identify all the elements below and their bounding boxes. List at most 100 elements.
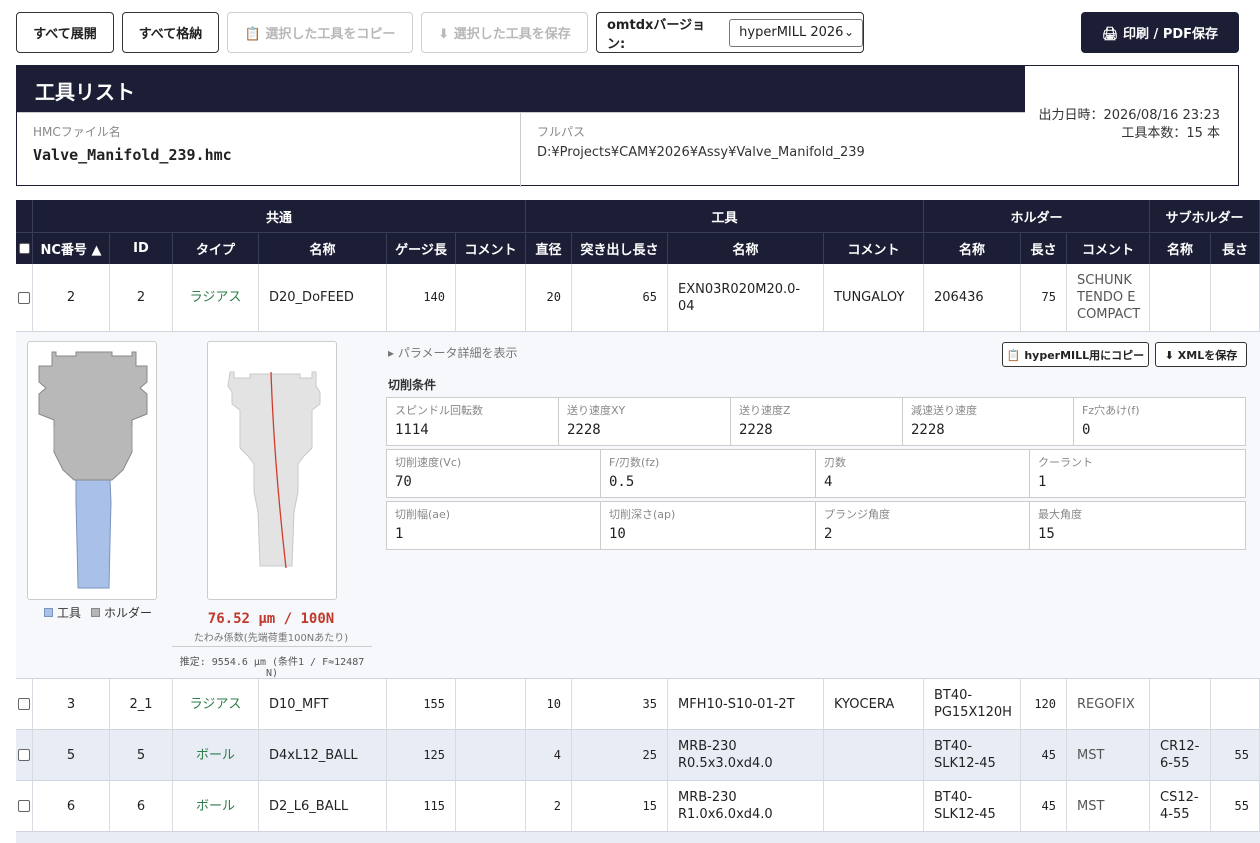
table-row[interactable] xyxy=(16,832,1260,843)
tool-type: ボール xyxy=(173,730,259,780)
file-name-label: HMCファイル名 xyxy=(33,125,121,139)
col-header-gauge[interactable]: ゲージ長 xyxy=(387,232,456,264)
col-header-holder-comment[interactable]: コメント xyxy=(1067,232,1150,264)
save-xml-button[interactable]: ⬇ XMLを保存 xyxy=(1155,342,1247,367)
param-cell: 切削深さ(ap) 10 xyxy=(601,502,816,549)
row-checkbox[interactable] xyxy=(18,800,30,812)
col-header-sub-length[interactable]: 長さ xyxy=(1211,232,1260,264)
copy-hypermill-button[interactable]: 📋 hyperMILL用にコピー xyxy=(1002,342,1149,367)
param-value: 15 xyxy=(1038,526,1055,542)
group-header-common: 共通 xyxy=(33,200,526,232)
col-header-sub-name[interactable]: 名称 xyxy=(1150,232,1211,264)
legend-tool-label: 工具 xyxy=(57,606,82,620)
param-cell: 最大角度 15 xyxy=(1030,502,1245,549)
nc-number: 2 xyxy=(33,264,110,331)
param-cell: 減速送り速度 2228 xyxy=(903,398,1074,445)
params-row-1: スピンドル回転数 1114 送り速度XY 2228 送り速度Z 2228 減速送り速度… xyxy=(386,397,1246,446)
tool-name: D20_DoFEED xyxy=(259,264,387,331)
select-all-checkbox[interactable] xyxy=(18,243,30,254)
param-label: F/刃数(fz) xyxy=(609,456,660,469)
holder-length: 45 xyxy=(1021,730,1067,780)
legend-holder-label: ホルダー xyxy=(104,606,153,620)
comment xyxy=(456,781,526,831)
param-cell: 切削幅(ae) 1 xyxy=(387,502,601,549)
param-label: プランジ角度 xyxy=(824,508,890,521)
table-row[interactable]: 6 6 ボール D2_L6_BALL 115 2 15 MRB-230 R1.0… xyxy=(16,781,1260,832)
param-cell: 刃数 4 xyxy=(816,450,1030,497)
col-header-comment[interactable]: コメント xyxy=(456,232,526,264)
col-header-type[interactable]: タイプ xyxy=(173,232,259,264)
cutter-comment xyxy=(824,730,924,780)
holder-length: 75 xyxy=(1021,264,1067,331)
col-header-tool-name[interactable]: 名称 xyxy=(668,232,824,264)
copy-selected-button[interactable]: 📋 選択した工具をコピー xyxy=(227,12,413,53)
save-selected-button[interactable]: ⬇ 選択した工具を保存 xyxy=(421,12,588,53)
param-value: 1114 xyxy=(395,422,429,438)
group-header-tool: 工具 xyxy=(526,200,924,232)
chevron-down-icon: ⌄ xyxy=(843,24,854,39)
tool-name: D4xL12_BALL xyxy=(259,730,387,780)
output-info: 出力日時：2026/08/16 23:23 工具本数：15 本 xyxy=(1038,107,1220,143)
row-checkbox[interactable] xyxy=(18,698,30,710)
subholder-name: CS12-4-55 xyxy=(1150,781,1211,831)
param-label: 刃数 xyxy=(824,456,846,469)
col-header-nc[interactable]: NC番号 ▲ xyxy=(33,232,110,264)
param-value: 2228 xyxy=(567,422,601,438)
version-label: omtdxバージョン: xyxy=(607,17,706,52)
col-header-holder-length[interactable]: 長さ xyxy=(1021,232,1067,264)
holder-name: 206436 xyxy=(924,264,1021,331)
table-row[interactable]: 5 5 ボール D4xL12_BALL 125 4 25 MRB-230 R0.… xyxy=(16,730,1260,781)
col-header-overhang[interactable]: 突き出し長さ xyxy=(572,232,668,264)
param-cell: プランジ角度 2 xyxy=(816,502,1030,549)
table-row[interactable]: 2 2 ラジアス D20_DoFEED 140 20 65 EXN03R020M… xyxy=(16,264,1260,332)
select-all-header xyxy=(16,232,33,264)
col-header-holder-name[interactable]: 名称 xyxy=(924,232,1021,264)
param-cell: 切削速度(Vc) 70 xyxy=(387,450,601,497)
param-cell: 送り速度XY 2228 xyxy=(559,398,731,445)
page-title: 工具リスト xyxy=(17,66,1025,112)
subholder-name xyxy=(1150,264,1211,331)
collapse-all-button[interactable]: すべて格納 xyxy=(122,12,219,53)
tool-id: 2 xyxy=(110,264,173,331)
col-header-diameter[interactable]: 直径 xyxy=(526,232,572,264)
param-cell: Fz穴あけ(f) 0 xyxy=(1074,398,1245,445)
row-checkbox[interactable] xyxy=(18,291,30,304)
nc-number: 6 xyxy=(33,781,110,831)
legend-tool-swatch xyxy=(44,608,53,617)
tool-id: 2_1 xyxy=(110,679,173,729)
group-header-holder: ホルダー xyxy=(924,200,1150,232)
cutting-conditions-title: 切削条件 xyxy=(388,378,437,392)
col-header-id[interactable]: ID xyxy=(110,232,173,264)
cutter-name: EXN03R020M20.0-04 xyxy=(668,264,824,331)
tool-name: D10_MFT xyxy=(259,679,387,729)
diameter: 20 xyxy=(526,264,572,331)
full-path-value: D:¥Projects¥CAM¥2026¥Assy¥Valve_Manifold… xyxy=(537,145,865,160)
file-header: 工具リスト 出力日時：2026/08/16 23:23 工具本数：15 本 HM… xyxy=(16,65,1239,187)
tool-type: ラジアス xyxy=(173,264,259,331)
param-label: 送り速度XY xyxy=(567,404,626,417)
gauge-length: 155 xyxy=(387,679,456,729)
param-label: 切削深さ(ap) xyxy=(609,508,676,521)
group-header-subholder: サブホルダー xyxy=(1150,200,1260,232)
row-checkbox[interactable] xyxy=(18,749,30,761)
subholder-name: CR12-6-55 xyxy=(1150,730,1211,780)
param-value: 1 xyxy=(1038,474,1047,490)
col-header-name[interactable]: 名称 xyxy=(259,232,387,264)
tool-table: 共通 工具 ホルダー サブホルダー NC番号 ▲ ID タイプ 名称 ゲージ長 … xyxy=(16,200,1260,843)
col-header-tool-comment[interactable]: コメント xyxy=(824,232,924,264)
diameter: 4 xyxy=(526,730,572,780)
comment xyxy=(456,264,526,331)
table-row[interactable]: 3 2_1 ラジアス D10_MFT 155 10 35 MFH10-S10-0… xyxy=(16,679,1260,730)
tool-assembly-image xyxy=(27,341,157,600)
print-pdf-button[interactable]: 🖨 印刷 / PDF保存 xyxy=(1081,12,1239,53)
group-header-blank xyxy=(16,200,33,232)
param-cell: スピンドル回転数 1114 xyxy=(387,398,559,445)
show-param-details-toggle[interactable]: ▸ パラメータ詳細を表示 xyxy=(388,344,517,361)
file-name-cell: HMCファイル名 Valve_Manifold_239.hmc xyxy=(17,113,521,187)
param-cell: 送り速度Z 2228 xyxy=(731,398,903,445)
param-cell: クーラント 1 xyxy=(1030,450,1245,497)
tool-count: 工具本数：15 本 xyxy=(1121,126,1220,141)
version-select[interactable]: hyperMILL 2026 ⌄ xyxy=(729,18,863,47)
expand-all-button[interactable]: すべて展開 xyxy=(16,12,114,53)
param-value: 2 xyxy=(824,526,833,542)
